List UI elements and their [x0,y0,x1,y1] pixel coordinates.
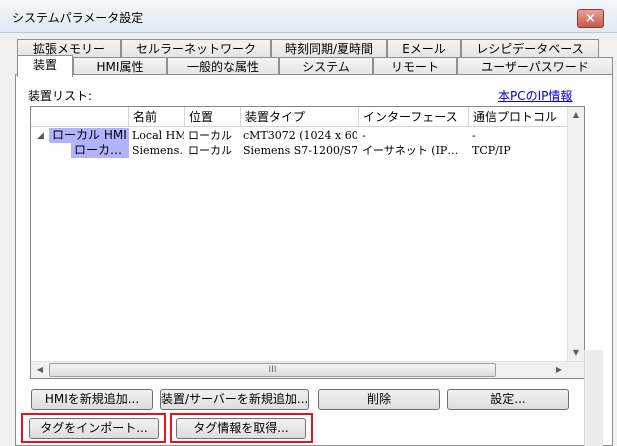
scroll-right-icon[interactable]: ▶ [551,362,567,378]
tab-time-sync[interactable]: 時刻同期/夏時間 [271,39,387,59]
row-location: ローカル [188,144,232,157]
window-title: システムパラメータ設定 [12,11,144,25]
row-device-type: Siemens S7-1200/S7… [243,144,357,157]
close-button[interactable]: × [577,9,604,28]
settings-button[interactable]: 設定... [447,389,569,410]
panel-scrollbar[interactable] [584,350,603,446]
row-location: ローカル [188,129,232,142]
column-header-name[interactable]: 名前 [129,107,185,127]
add-hmi-button[interactable]: HMIを新規追加... [31,389,153,410]
tab-cellular-network[interactable]: セルラーネットワーク [121,39,271,59]
row-protocol: - [472,129,476,142]
column-header-tree [31,107,129,127]
horizontal-scroll-thumb[interactable]: III [49,363,496,377]
title-bar: システムパラメータ設定 × [0,0,617,33]
add-device-button[interactable]: 装置/サーバーを新規追加... [160,389,309,410]
scroll-left-icon[interactable]: ◀ [32,362,48,378]
pc-ip-info-link[interactable]: 本PCのIP情報 [498,87,572,104]
column-header-device-type[interactable]: 装置タイプ [241,107,359,127]
tab-recipe-database[interactable]: レシピデータベース [461,39,599,59]
row-device-type: cMT3072 (1024 x 600) [243,129,357,142]
tab-email[interactable]: Eメール [387,39,461,59]
get-tag-info-button[interactable]: タグ情報を取得... [176,418,306,439]
row-protocol: TCP/IP [472,144,511,157]
scroll-up-icon[interactable]: ▲ [568,107,584,123]
horizontal-scrollbar[interactable]: ◀ III ▶ [31,361,584,378]
row-name: Siemens… [132,144,184,157]
row-interface: イーサネット (IP… [362,144,459,157]
column-header-protocol[interactable]: 通信プロトコル [469,107,568,127]
row-interface: - [362,129,366,142]
import-tags-button[interactable]: タグをインポート... [29,418,159,439]
vertical-scrollbar[interactable]: ▲ ▼ [567,107,584,361]
delete-button[interactable]: 削除 [318,389,440,410]
tab-device[interactable]: 装置 [17,55,73,77]
column-header-location[interactable]: 位置 [185,107,241,127]
tree-node-local-device[interactable]: ローカ… [71,143,129,158]
tree-node-local-hmi[interactable]: ローカル HMI [49,128,129,143]
device-list-label: 装置リスト: [28,89,93,103]
column-header-interface[interactable]: インターフェース [359,107,469,127]
row-name: Local HMI [132,129,184,142]
scroll-down-icon[interactable]: ▼ [568,345,584,361]
tree-collapse-icon[interactable]: ◢ [37,131,44,141]
device-list[interactable]: 名前 位置 装置タイプ インターフェース 通信プロトコル ◢ ローカル HMI … [30,106,585,379]
